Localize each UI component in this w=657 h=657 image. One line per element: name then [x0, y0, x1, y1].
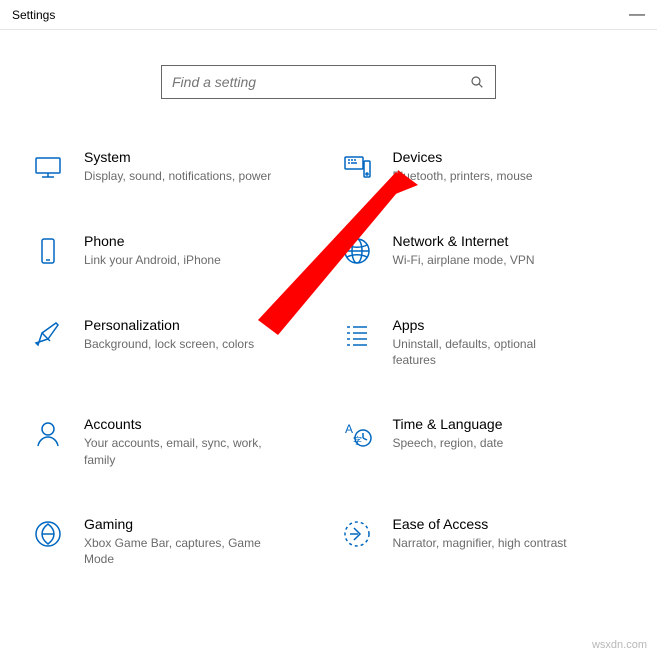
- search-box[interactable]: [161, 65, 496, 99]
- tile-sub: Link your Android, iPhone: [84, 252, 221, 268]
- tile-time[interactable]: A字 Time & Language Speech, region, date: [339, 416, 628, 467]
- minimize-button[interactable]: —: [629, 7, 645, 23]
- network-icon: [339, 233, 375, 269]
- tile-sub: Xbox Game Bar, captures, Game Mode: [84, 535, 274, 567]
- tile-sub: Your accounts, email, sync, work, family: [84, 435, 274, 467]
- tile-title: Apps: [393, 317, 583, 333]
- gaming-icon: [30, 516, 66, 552]
- tile-title: Devices: [393, 149, 533, 165]
- svg-text:A: A: [345, 422, 353, 436]
- tile-ease[interactable]: Ease of Access Narrator, magnifier, high…: [339, 516, 628, 567]
- tile-title: Phone: [84, 233, 221, 249]
- phone-icon: [30, 233, 66, 269]
- devices-icon: [339, 149, 375, 185]
- tile-phone[interactable]: Phone Link your Android, iPhone: [30, 233, 319, 269]
- tile-sub: Uninstall, defaults, optional features: [393, 336, 583, 368]
- tile-sub: Narrator, magnifier, high contrast: [393, 535, 567, 551]
- tile-apps[interactable]: Apps Uninstall, defaults, optional featu…: [339, 317, 628, 368]
- accounts-icon: [30, 416, 66, 452]
- titlebar: Settings —: [0, 0, 657, 30]
- ease-of-access-icon: [339, 516, 375, 552]
- tile-sub: Bluetooth, printers, mouse: [393, 168, 533, 184]
- tile-title: Personalization: [84, 317, 254, 333]
- settings-grid: System Display, sound, notifications, po…: [0, 109, 657, 567]
- search-icon: [469, 74, 485, 90]
- tile-title: System: [84, 149, 271, 165]
- system-icon: [30, 149, 66, 185]
- apps-icon: [339, 317, 375, 353]
- svg-text:字: 字: [353, 435, 362, 446]
- tile-sub: Display, sound, notifications, power: [84, 168, 271, 184]
- time-language-icon: A字: [339, 416, 375, 452]
- tile-sub: Wi-Fi, airplane mode, VPN: [393, 252, 535, 268]
- tile-personalization[interactable]: Personalization Background, lock screen,…: [30, 317, 319, 368]
- tile-title: Accounts: [84, 416, 274, 432]
- tile-network[interactable]: Network & Internet Wi-Fi, airplane mode,…: [339, 233, 628, 269]
- tile-system[interactable]: System Display, sound, notifications, po…: [30, 149, 319, 185]
- tile-title: Time & Language: [393, 416, 504, 432]
- tile-sub: Speech, region, date: [393, 435, 504, 451]
- search-input[interactable]: [172, 74, 469, 90]
- watermark: wsxdn.com: [592, 639, 647, 651]
- tile-gaming[interactable]: Gaming Xbox Game Bar, captures, Game Mod…: [30, 516, 319, 567]
- search-container: [0, 30, 657, 109]
- window-title: Settings: [12, 8, 55, 22]
- tile-devices[interactable]: Devices Bluetooth, printers, mouse: [339, 149, 628, 185]
- tile-title: Ease of Access: [393, 516, 567, 532]
- personalization-icon: [30, 317, 66, 353]
- tile-title: Gaming: [84, 516, 274, 532]
- tile-sub: Background, lock screen, colors: [84, 336, 254, 352]
- tile-title: Network & Internet: [393, 233, 535, 249]
- tile-accounts[interactable]: Accounts Your accounts, email, sync, wor…: [30, 416, 319, 467]
